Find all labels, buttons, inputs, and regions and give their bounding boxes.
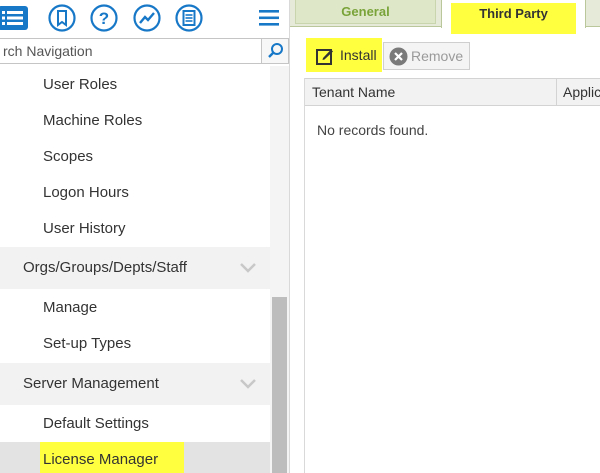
nav-item-label: Machine Roles (43, 112, 143, 129)
nav-group-server-management[interactable]: Server Management (0, 363, 270, 405)
nav-item-label: Default Settings (43, 415, 149, 432)
nav-group-orgs[interactable]: Orgs/Groups/Depts/Staff (0, 247, 270, 289)
grid-header: Tenant Name Applic (305, 78, 600, 106)
column-header-tenant-name[interactable]: Tenant Name (312, 79, 395, 105)
hamburger-blue-icon[interactable] (0, 4, 32, 32)
nav-item-manage[interactable]: Manage (0, 290, 270, 326)
nav-item-label: License Manager (43, 451, 159, 468)
nav-scrollbar-thumb[interactable] (272, 297, 287, 473)
empty-message: No records found. (317, 122, 429, 138)
nav-item-label: Set-up Types (43, 335, 132, 352)
bookmark-icon[interactable] (48, 4, 76, 32)
help-icon[interactable]: ? (90, 4, 118, 32)
nav-item-label: Logon Hours (43, 184, 129, 201)
nav-group-label: Server Management (23, 375, 159, 392)
chevron-down-icon (240, 263, 256, 273)
remove-label: Remove (411, 48, 464, 64)
install-label: Install (340, 47, 377, 63)
nav-item-default-settings[interactable]: Default Settings (0, 406, 270, 442)
trend-icon[interactable] (133, 4, 161, 32)
search-button[interactable] (261, 38, 289, 64)
tab-strip: General Third Party (290, 0, 600, 34)
nav-item-logon-hours[interactable]: Logon Hours (0, 175, 270, 211)
nav-item-setup-types[interactable]: Set-up Types (0, 326, 270, 362)
nav-item-license-manager[interactable]: License Manager (0, 442, 270, 473)
search-icon (268, 43, 283, 58)
search-input[interactable] (0, 38, 261, 64)
action-toolbar: Install Remove (297, 38, 597, 72)
nav-item-machine-roles[interactable]: Machine Roles (0, 103, 270, 139)
nav-group-label: Orgs/Groups/Depts/Staff (23, 259, 187, 276)
nav-item-user-roles[interactable]: User Roles (0, 67, 270, 103)
nav-item-label: User Roles (43, 76, 118, 93)
navigation-pane: ? rch Navigation User Roles Machine Role… (0, 0, 290, 473)
tab-third-party[interactable]: Third Party (441, 0, 586, 34)
remove-button[interactable]: Remove (383, 42, 470, 70)
tab-label: Third Party (451, 3, 576, 34)
remove-icon (389, 47, 408, 66)
column-separator[interactable] (556, 79, 557, 105)
edit-icon (316, 49, 333, 65)
nav-item-label: Scopes (43, 148, 94, 165)
tenant-grid: Tenant Name Applic No records found. (304, 78, 600, 473)
nav-item-user-history[interactable]: User History (0, 211, 270, 247)
nav-tree: User Roles Machine Roles Scopes Logon Ho… (0, 66, 270, 473)
menu-icon[interactable] (257, 4, 285, 32)
nav-item-label: Manage (43, 299, 98, 316)
install-button[interactable]: Install (306, 38, 382, 72)
search-bar (0, 38, 289, 66)
nav-item-label: User History (43, 220, 126, 237)
nav-toolbar: ? (0, 0, 289, 36)
svg-text:?: ? (99, 9, 109, 28)
column-header-application[interactable]: Applic (563, 79, 600, 105)
tab-label: General (341, 4, 390, 19)
content-pane: General Third Party Install Remove Tenan… (290, 0, 600, 473)
tab-general[interactable]: General (295, 0, 436, 24)
nav-item-scopes[interactable]: Scopes (0, 139, 270, 175)
report-icon[interactable] (175, 4, 203, 32)
chevron-down-icon (240, 379, 256, 389)
